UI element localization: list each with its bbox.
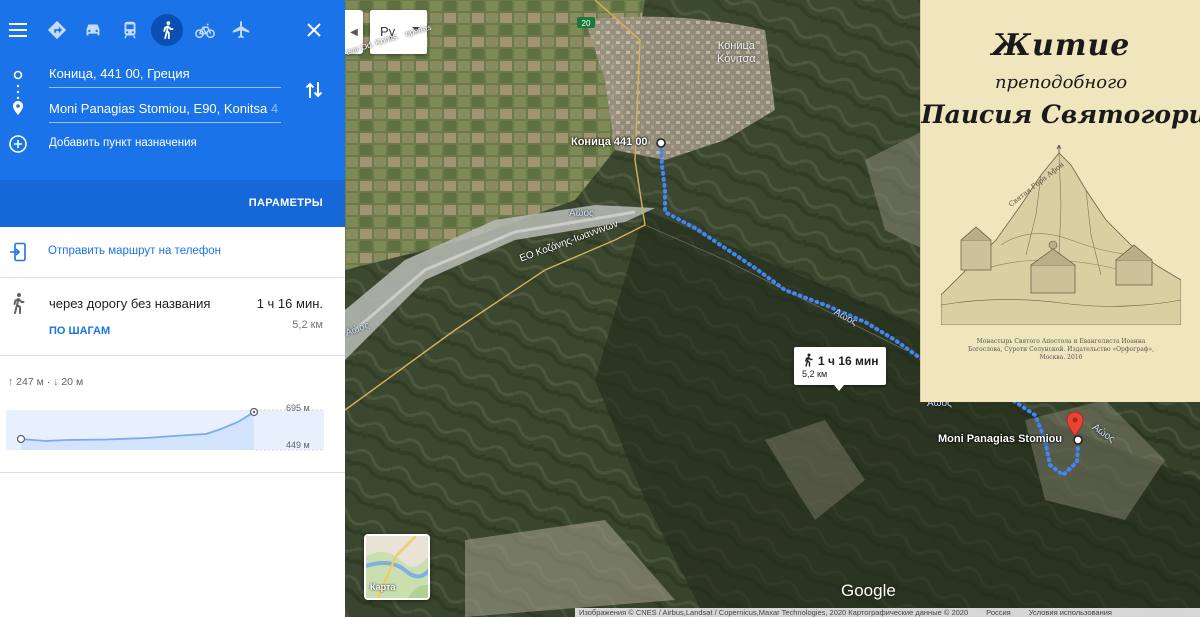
- origin-marker[interactable]: [656, 138, 666, 148]
- elevation-loss: 20 м: [61, 376, 84, 388]
- route-via: через дорогу без названия: [49, 296, 211, 311]
- destination-pin-icon: [12, 101, 24, 115]
- travel-mode-bar: [0, 0, 345, 62]
- attribution-country-link[interactable]: Россия: [986, 608, 1011, 617]
- maps-app: Коница, 441 00, Греция Moni Panagias Sto…: [0, 0, 1200, 617]
- bubble-duration: 1 ч 16 мин: [818, 354, 879, 368]
- close-icon[interactable]: [298, 14, 330, 46]
- ascent-icon: ↑: [8, 376, 14, 388]
- map-thumb-label: Карта: [370, 582, 396, 592]
- add-circle-icon: [9, 135, 27, 153]
- attribution-text: Изображения © CNES / Airbus,Landsat / Co…: [579, 608, 969, 617]
- highway-shield-number: 20: [582, 19, 591, 28]
- book-title-line-2: преподобного: [994, 72, 1128, 93]
- town-name-gr: Κόνιτσα: [717, 53, 756, 65]
- elevation-profile: ↑ 247 м · ↓ 20 м 695 м 449 м: [0, 356, 345, 473]
- destination-label[interactable]: Moni Panagias Stomiou: [938, 433, 1062, 445]
- route-distance: 5,2 км: [292, 319, 323, 331]
- elevation-gain: 247 м: [16, 376, 44, 388]
- send-to-phone-icon: [10, 242, 26, 262]
- origin-input[interactable]: Коница, 441 00, Греция: [49, 60, 281, 88]
- car-icon[interactable]: [77, 14, 109, 46]
- elevation-chart: [6, 407, 324, 451]
- google-logo: Google: [841, 581, 896, 600]
- options-bar: ПАРАМЕТРЫ: [0, 180, 345, 227]
- swap-icon[interactable]: [302, 78, 326, 102]
- bicycle-icon[interactable]: [189, 14, 221, 46]
- directions-panel: Коница, 441 00, Греция Moni Panagias Sto…: [0, 0, 345, 617]
- destination-input[interactable]: Moni Panagias Stomiou, E90, Konitsa 4: [49, 95, 281, 123]
- mount-athos-engraving: Святая Гора Афон: [941, 145, 1181, 325]
- origin-dot-icon: [12, 69, 24, 81]
- map-attribution: Изображения © CNES / Airbus,Landsat / Co…: [575, 608, 1200, 617]
- origin-row: Коница, 441 00, Греция: [0, 60, 345, 90]
- town-name-ru: Коница: [717, 40, 755, 52]
- walk-icon[interactable]: [151, 14, 183, 46]
- walk-icon: [805, 353, 813, 367]
- elevation-max-label: 695 м: [286, 403, 310, 413]
- destination-value: Moni Panagias Stomiou, E90, Konitsa: [49, 101, 268, 116]
- origin-value: Коница, 441 00, Греция: [49, 66, 190, 81]
- destination-value-overflow: 4: [267, 101, 279, 116]
- route-option[interactable]: через дорогу без названия 1 ч 16 мин. 5,…: [0, 278, 345, 356]
- flight-icon[interactable]: [225, 14, 257, 46]
- book-title-line-1: Житие: [991, 28, 1131, 63]
- route-duration: 1 ч 16 мин.: [256, 296, 323, 311]
- add-destination-button[interactable]: Добавить пункт назначения: [8, 133, 308, 155]
- map-type-toggle[interactable]: Карта: [364, 534, 430, 600]
- elevation-stats: ↑ 247 м · ↓ 20 м: [8, 376, 83, 388]
- menu-icon[interactable]: [4, 14, 32, 46]
- town-label[interactable]: Коница Κόνιτσα: [717, 40, 756, 66]
- send-to-phone-row[interactable]: Отправить маршрут на телефон: [0, 227, 345, 278]
- destination-row: Moni Panagias Stomiou, E90, Konitsa 4: [0, 95, 345, 125]
- add-destination-label: Добавить пункт назначения: [49, 137, 197, 149]
- step-by-step-link[interactable]: ПО ШАГАМ: [49, 325, 110, 337]
- book-publisher: Монастырь Святого Апостола и Евангелиста…: [967, 338, 1155, 361]
- route-info-bubble[interactable]: 1 ч 16 мин 5,2 км: [794, 347, 886, 391]
- options-button[interactable]: ПАРАМЕТРЫ: [249, 197, 323, 209]
- bubble-distance: 5,2 км: [802, 369, 828, 379]
- book-cover-image: Житие преподобного Паисия Святогорца Свя…: [920, 0, 1200, 402]
- directions-icon[interactable]: [41, 14, 73, 46]
- origin-label[interactable]: Коница 441 00: [571, 136, 648, 148]
- terms-link[interactable]: Условия использования: [1029, 608, 1112, 617]
- walk-icon: [13, 293, 25, 314]
- directions-header: Коница, 441 00, Греция Moni Panagias Sto…: [0, 0, 345, 227]
- send-to-phone-label: Отправить маршрут на телефон: [48, 245, 222, 257]
- descent-icon: ↓: [53, 376, 59, 388]
- river-label: Αώος: [569, 208, 594, 219]
- book-title-line-3: Паисия Святогорца: [921, 100, 1200, 129]
- elevation-min-label: 449 м: [286, 440, 310, 450]
- transit-icon[interactable]: [114, 14, 146, 46]
